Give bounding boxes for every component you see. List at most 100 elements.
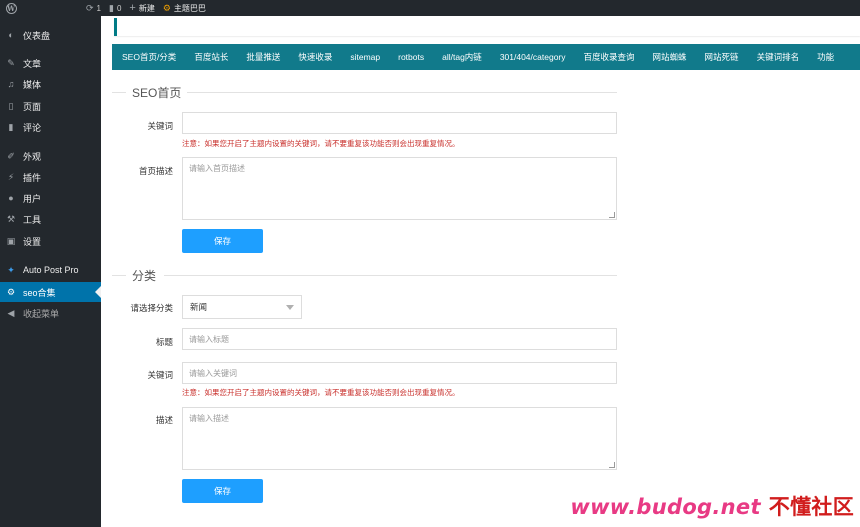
sidebar-item-media[interactable]: ♫ 媒体 bbox=[0, 74, 101, 94]
keyword-warning: 注意：如果您开启了主题内设置的关键词，请不要重复该功能否则会出现重复情况。 bbox=[182, 139, 460, 148]
category-desc-textarea[interactable]: 请输入描述 bbox=[182, 407, 617, 470]
sidebar-item-label: 评论 bbox=[23, 122, 42, 133]
tab-keyword-ranking[interactable]: 关键词排名 bbox=[748, 44, 809, 70]
watermark-cn: 不懂社区 bbox=[768, 495, 854, 519]
sidebar-item-auto-post-pro[interactable]: ✦ Auto Post Pro bbox=[0, 260, 101, 280]
sidebar-item-label: seo合集 bbox=[23, 287, 56, 298]
save-home-button[interactable]: 保存 bbox=[182, 229, 263, 253]
watermark-logo: www.budog.net 不懂社区 bbox=[570, 491, 854, 521]
category-select[interactable]: 新闻 bbox=[182, 295, 302, 319]
section-divider bbox=[112, 275, 126, 276]
section-divider bbox=[164, 275, 617, 276]
site-name-link[interactable]: ⚙ 主题巴巴 bbox=[159, 0, 210, 16]
select-category-label: 请选择分类 bbox=[130, 303, 173, 313]
sidebar-item-users[interactable]: ● 用户 bbox=[0, 188, 101, 208]
comments-link[interactable]: ▮ 0 bbox=[105, 0, 125, 16]
new-label: 新建 bbox=[138, 3, 155, 13]
sidebar-item-label: 设置 bbox=[23, 236, 42, 247]
tab-fast-index[interactable]: 快速收录 bbox=[289, 44, 341, 70]
updates-count: 1 bbox=[96, 3, 101, 13]
gear-icon: ⚙ bbox=[6, 286, 16, 297]
site-name: 主题巴巴 bbox=[173, 3, 206, 13]
notice-strip bbox=[114, 18, 860, 36]
plus-icon: + bbox=[129, 2, 136, 14]
sidebar-item-posts[interactable]: ✎ 文章 bbox=[0, 53, 101, 73]
site-icon: ⚙ bbox=[162, 2, 171, 13]
watermark-url: www.budog.net bbox=[570, 495, 761, 519]
category-select-value: 新闻 bbox=[190, 302, 208, 312]
section-divider bbox=[187, 92, 617, 93]
keyword-label: 关键词 bbox=[147, 121, 173, 131]
tab-seo-home-category[interactable]: SEO首页/分类 bbox=[112, 44, 185, 70]
settings-icon: ▣ bbox=[6, 235, 16, 246]
brush-icon: ✐ bbox=[7, 150, 15, 161]
tab-baidu-index-query[interactable]: 百度收录查询 bbox=[575, 44, 644, 70]
sidebar-collapse-menu[interactable]: ◀ 收起菜单 bbox=[0, 303, 101, 323]
sidebar-item-tools[interactable]: ⚒ 工具 bbox=[0, 209, 101, 229]
textarea-placeholder: 请输入描述 bbox=[189, 414, 229, 423]
home-desc-textarea[interactable]: 请输入首页描述 bbox=[182, 157, 617, 220]
comment-bubble-icon: ▮ bbox=[109, 2, 114, 13]
sidebar-item-settings[interactable]: ▣ 设置 bbox=[0, 231, 101, 251]
sidebar-item-pages[interactable]: ▯ 页面 bbox=[0, 96, 101, 116]
sidebar-item-label: Auto Post Pro bbox=[23, 265, 79, 275]
sidebar-item-label: 收起菜单 bbox=[23, 308, 60, 319]
save-category-button[interactable]: 保存 bbox=[182, 479, 263, 503]
tab-batch-push[interactable]: 批量推送 bbox=[237, 44, 289, 70]
sidebar-item-dashboard[interactable]: ◐ 仪表盘 bbox=[0, 25, 101, 45]
collapse-icon: ◀ bbox=[7, 307, 15, 318]
tab-more-features[interactable]: 功能 bbox=[808, 44, 843, 70]
comment-icon: ▮ bbox=[8, 121, 14, 132]
sidebar-item-plugins[interactable]: ⚡ 插件 bbox=[0, 167, 101, 187]
plugin-icon: ⚡ bbox=[7, 171, 15, 182]
sidebar-item-label: 媒体 bbox=[23, 79, 42, 90]
resize-handle-icon[interactable] bbox=[609, 462, 615, 468]
tab-robots[interactable]: rotbots bbox=[389, 44, 433, 70]
pin-icon: ✎ bbox=[7, 57, 15, 68]
tab-301-404-category[interactable]: 301/404/category bbox=[491, 44, 575, 70]
tab-site-spider[interactable]: 网站蜘蛛 bbox=[644, 44, 696, 70]
sidebar-item-label: 外观 bbox=[23, 151, 42, 162]
section-divider bbox=[112, 92, 126, 93]
new-content-link[interactable]: + 新建 bbox=[125, 0, 158, 16]
admin-bar: W ⟳ 1 ▮ 0 + 新建 ⚙ 主题巴巴 bbox=[0, 0, 860, 16]
seo-tabbar: SEO首页/分类 百度站长 批量推送 快速收录 sitemap rotbots … bbox=[112, 44, 860, 70]
resize-handle-icon[interactable] bbox=[609, 212, 615, 218]
tab-sitemap[interactable]: sitemap bbox=[341, 44, 389, 70]
sidebar-item-label: 用户 bbox=[23, 193, 42, 204]
comments-count: 0 bbox=[116, 3, 122, 13]
user-icon: ● bbox=[8, 193, 14, 203]
home-desc-label: 首页描述 bbox=[138, 166, 173, 176]
home-keyword-input[interactable] bbox=[182, 112, 617, 134]
chevron-down-icon bbox=[286, 304, 294, 310]
section-title-category: 分类 bbox=[132, 269, 157, 283]
input-placeholder: 请输入标题 bbox=[189, 334, 229, 344]
tab-dead-links[interactable]: 网站死链 bbox=[696, 44, 748, 70]
sparkle-icon: ✦ bbox=[7, 264, 15, 275]
main-content: SEO首页/分类 百度站长 批量推送 快速收录 sitemap rotbots … bbox=[101, 16, 860, 527]
sidebar-item-label: 文章 bbox=[23, 58, 42, 69]
category-desc-label: 描述 bbox=[155, 415, 173, 425]
category-keyword-input[interactable]: 请输入关键词 bbox=[182, 362, 617, 384]
section-title-seo-home: SEO首页 bbox=[132, 86, 182, 100]
dashboard-icon: ◐ bbox=[8, 30, 14, 40]
updates-link[interactable]: ⟳ 1 bbox=[82, 0, 105, 16]
tab-baidu-webmaster[interactable]: 百度站长 bbox=[185, 44, 237, 70]
category-title-input[interactable]: 请输入标题 bbox=[182, 328, 617, 350]
sidebar-item-label: 仪表盘 bbox=[23, 30, 51, 41]
refresh-icon: ⟳ bbox=[86, 2, 94, 13]
wrench-icon: ⚒ bbox=[6, 213, 16, 224]
admin-sidebar: ◐ 仪表盘 ✎ 文章 ♫ 媒体 ▯ 页面 ▮ 评论 ✐ 外观 ⚡ 插件 ● 用户 ⚒ 工具 ▣ 设置… bbox=[0, 16, 101, 527]
sidebar-item-seo[interactable]: ⚙ seo合集 bbox=[0, 282, 101, 302]
sidebar-item-label: 页面 bbox=[23, 101, 42, 112]
page-icon: ▯ bbox=[8, 100, 14, 111]
sidebar-item-label: 插件 bbox=[23, 172, 42, 183]
title-label: 标题 bbox=[155, 337, 173, 347]
category-keyword-warning: 注意：如果您开启了主题内设置的关键词，请不要重复该功能否则会出现重复情况。 bbox=[182, 388, 460, 397]
wordpress-logo-icon[interactable]: W bbox=[0, 0, 22, 16]
sidebar-item-comments[interactable]: ▮ 评论 bbox=[0, 117, 101, 137]
category-keyword-label: 关键词 bbox=[147, 370, 173, 380]
sidebar-item-appearance[interactable]: ✐ 外观 bbox=[0, 146, 101, 166]
textarea-placeholder: 请输入首页描述 bbox=[189, 164, 245, 173]
tab-all-tag-links[interactable]: all/tag内链 bbox=[433, 44, 491, 70]
